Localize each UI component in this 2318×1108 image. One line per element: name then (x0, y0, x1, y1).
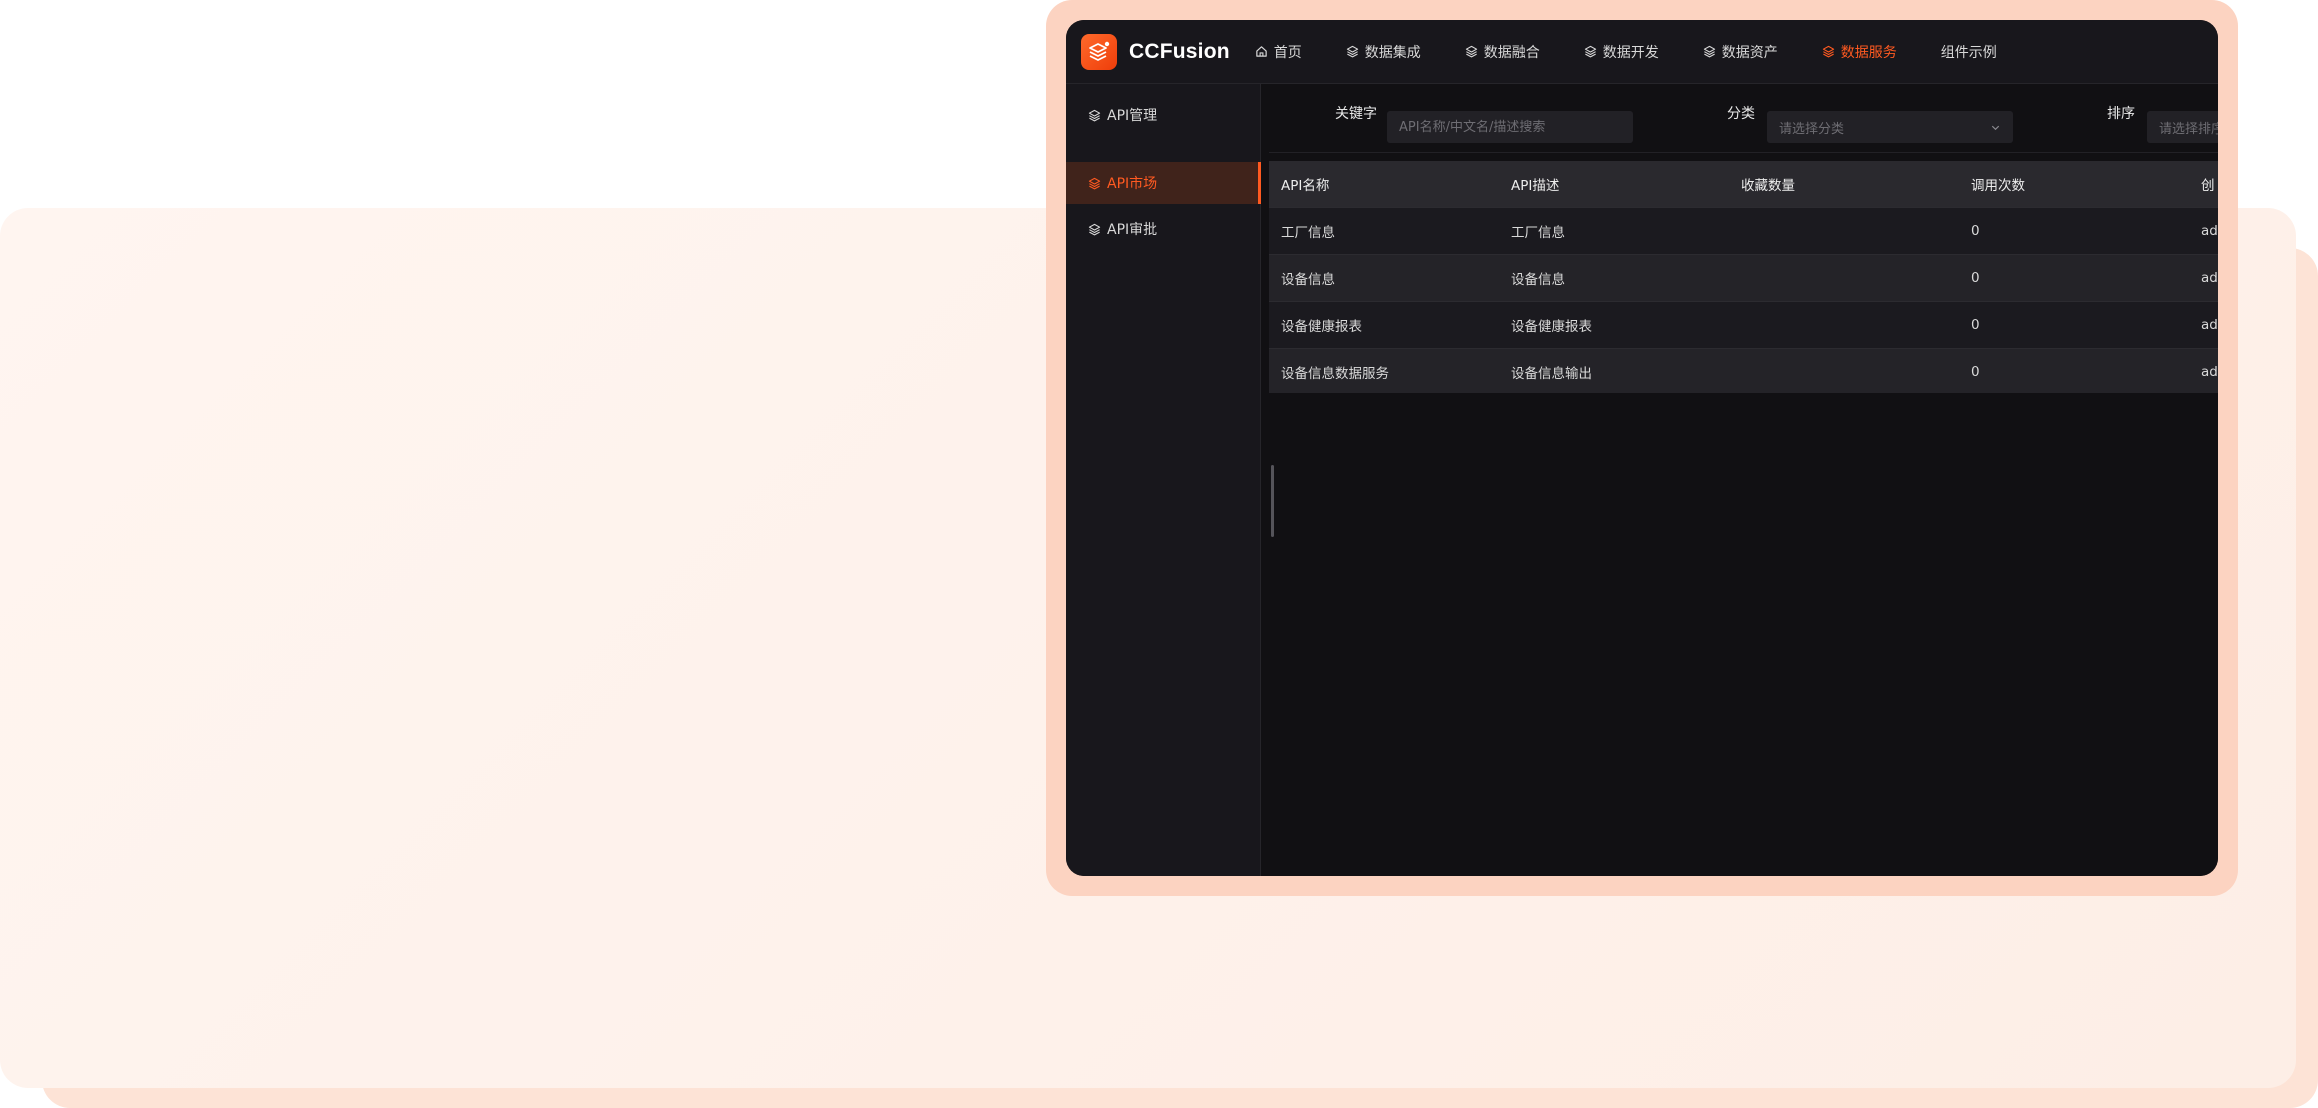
sort-select[interactable]: 请选择排序 (2147, 111, 2218, 143)
layers-icon (1822, 45, 1834, 58)
nav-item-component-examples[interactable]: 组件示例 (1941, 20, 1997, 83)
table-row[interactable]: 设备信息数据服务 设备信息输出 0 ad (1269, 348, 2218, 393)
layers-icon (1346, 45, 1358, 58)
layers-icon (1703, 45, 1715, 58)
cell-api-name: 设备健康报表 (1269, 301, 1499, 349)
cell-api-desc: 设备信息输出 (1499, 348, 1729, 393)
sidebar-item-api-market[interactable]: API市场 (1066, 162, 1261, 204)
app-window: CCFusion 首页 数据集成 数据融合 数据开发 数据资产 数据服务 组件示… (1066, 20, 2218, 876)
sidebar-item-api-approval[interactable]: API审批 (1066, 208, 1260, 250)
cell-call-count: 0 (1959, 254, 2189, 302)
cell-call-count: 0 (1959, 348, 2189, 393)
main-nav: 首页 数据集成 数据融合 数据开发 数据资产 数据服务 组件示例 (1255, 20, 2041, 83)
layers-icon (1088, 109, 1101, 122)
nav-item-label: 首页 (1273, 44, 1302, 61)
layers-icon (1584, 45, 1596, 58)
top-navigation-bar: CCFusion 首页 数据集成 数据融合 数据开发 数据资产 数据服务 组件示… (1066, 20, 2218, 84)
column-header-creator: 创 (2189, 161, 2218, 208)
nav-item-label: 数据资产 (1721, 44, 1778, 61)
layers-icon (1088, 223, 1101, 236)
sort-label: 排序 (2107, 106, 2135, 122)
layers-icon (1088, 177, 1101, 190)
nav-item-label: 数据服务 (1840, 44, 1897, 61)
home-icon (1256, 46, 1267, 57)
main-content: 关键字 分类 请选择分类 排序 请选择排序 API名称 API描述 收藏数量 调… (1261, 84, 2218, 876)
nav-item-data-integration[interactable]: 数据集成 (1346, 20, 1421, 83)
layers-icon (1465, 45, 1477, 58)
nav-item-data-assets[interactable]: 数据资产 (1703, 20, 1778, 83)
cell-api-desc: 设备健康报表 (1499, 301, 1729, 349)
cell-favorites (1729, 254, 1959, 302)
category-label: 分类 (1727, 106, 1755, 122)
category-placeholder: 请选择分类 (1779, 121, 1845, 137)
keyword-search-input[interactable] (1387, 111, 1633, 143)
nav-item-label: 数据开发 (1602, 44, 1659, 61)
api-table-container: API名称 API描述 收藏数量 调用次数 创 工厂信息 工厂信息 0 ad 设… (1269, 161, 2218, 393)
vertical-scrollbar-thumb[interactable] (1271, 465, 1274, 537)
column-header-favorites: 收藏数量 (1729, 161, 1959, 208)
keyword-label: 关键字 (1335, 106, 1377, 122)
logo-icon (1081, 33, 1117, 70)
cell-api-name: 设备信息数据服务 (1269, 348, 1499, 393)
sidebar-item-label: API市场 (1107, 176, 1158, 192)
sidebar-item-label: API管理 (1107, 108, 1158, 124)
cell-call-count: 0 (1959, 207, 2189, 255)
category-select[interactable]: 请选择分类 (1767, 111, 2013, 143)
cell-api-desc: 设备信息 (1499, 254, 1729, 302)
table-header-row: API名称 API描述 收藏数量 调用次数 创 (1269, 161, 2218, 208)
api-table: API名称 API描述 收藏数量 调用次数 创 工厂信息 工厂信息 0 ad 设… (1269, 161, 2218, 393)
sidebar-item-label: API审批 (1107, 222, 1158, 238)
cell-creator: ad (2189, 348, 2218, 393)
filter-divider (1269, 152, 2218, 153)
nav-item-data-service[interactable]: 数据服务 (1822, 20, 1897, 83)
column-header-api-name: API名称 (1269, 161, 1499, 208)
nav-item-data-fusion[interactable]: 数据融合 (1465, 20, 1540, 83)
nav-item-label: 数据集成 (1364, 44, 1421, 61)
column-header-api-desc: API描述 (1499, 161, 1729, 208)
brand-name: CCFusion (1129, 39, 1230, 63)
cell-favorites (1729, 207, 1959, 255)
cell-creator: ad (2189, 301, 2218, 349)
column-header-call-count: 调用次数 (1959, 161, 2189, 208)
cell-creator: ad (2189, 254, 2218, 302)
nav-item-home[interactable]: 首页 (1255, 20, 1302, 83)
table-row[interactable]: 设备信息 设备信息 0 ad (1269, 254, 2218, 302)
sidebar: API管理 API市场 API审批 (1066, 84, 1261, 876)
table-row[interactable]: 工厂信息 工厂信息 0 ad (1269, 207, 2218, 255)
nav-item-label: 组件示例 (1940, 44, 1997, 61)
sort-placeholder: 请选择排序 (2159, 121, 2218, 137)
cell-api-name: 工厂信息 (1269, 207, 1499, 255)
cell-favorites (1729, 301, 1959, 349)
cell-api-desc: 工厂信息 (1499, 207, 1729, 255)
cell-favorites (1729, 348, 1959, 393)
nav-item-data-development[interactable]: 数据开发 (1584, 20, 1659, 83)
cell-call-count: 0 (1959, 301, 2189, 349)
nav-item-label: 数据融合 (1483, 44, 1540, 61)
sidebar-item-api-management[interactable]: API管理 (1066, 94, 1260, 136)
table-row[interactable]: 设备健康报表 设备健康报表 0 ad (1269, 301, 2218, 349)
chevron-down-icon (1991, 125, 2000, 130)
cell-api-name: 设备信息 (1269, 254, 1499, 302)
cell-creator: ad (2189, 207, 2218, 255)
